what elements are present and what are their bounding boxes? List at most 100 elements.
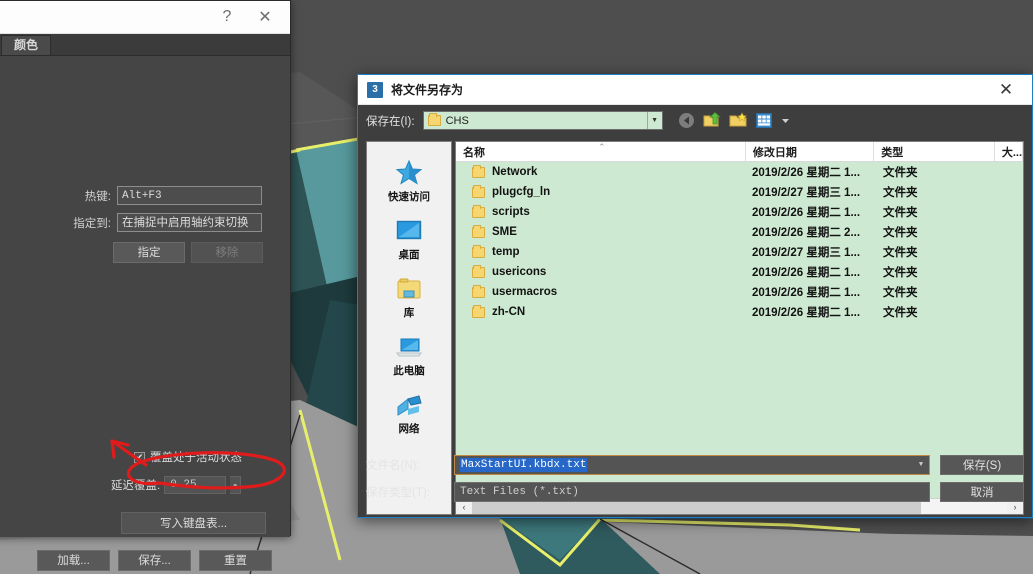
column-header-date[interactable]: 修改日期	[746, 142, 875, 161]
file-name: zh-CN	[492, 306, 526, 318]
file-type: 文件夹	[883, 167, 918, 179]
file-name-cell[interactable]: plugcfg_ln	[456, 184, 752, 198]
filetype-row: 保存类型(T): Text Files (*.txt) 取消	[366, 482, 1024, 502]
table-row[interactable]: zh-CN 2019/2/26 星期二 1... 文件夹	[456, 302, 1023, 322]
table-row[interactable]: plugcfg_ln 2019/2/27 星期三 1... 文件夹	[456, 182, 1023, 202]
load-button[interactable]: 加载...	[37, 550, 110, 571]
folder-icon	[472, 244, 485, 258]
assign-button[interactable]: 指定	[113, 242, 185, 263]
file-name: temp	[492, 246, 520, 258]
write-keyboard-table-button[interactable]: 写入键盘表...	[121, 512, 266, 534]
folder-icon	[472, 264, 485, 278]
sidebar-item-quick-access[interactable]: 快速访问	[367, 156, 451, 207]
file-name: scripts	[492, 206, 530, 218]
file-name: usermacros	[492, 286, 558, 298]
sidebar-item-network[interactable]: 网络	[367, 388, 451, 439]
navigation-toolbar	[677, 112, 791, 130]
close-icon[interactable]: ✕	[246, 2, 284, 32]
hotkey-dialog-tabstrip: 颜色	[0, 34, 290, 56]
sidebar-item-desktop[interactable]: 桌面	[367, 214, 451, 265]
chevron-down-icon[interactable]: ▼	[646, 112, 662, 129]
sidebar-item-label: 此电脑	[393, 365, 425, 377]
table-row[interactable]: SME 2019/2/26 星期二 2... 文件夹	[456, 222, 1023, 242]
look-in-row: 保存在(I): CHS ▼	[358, 105, 1032, 136]
override-active-checkbox[interactable]: ✔ 覆盖处于活动状态	[134, 449, 242, 465]
spinner-icon[interactable]: ◓	[230, 476, 242, 494]
look-in-combobox[interactable]: CHS ▼	[422, 111, 663, 130]
table-row[interactable]: usericons 2019/2/26 星期二 1... 文件夹	[456, 262, 1023, 282]
sort-ascending-icon: ⌃	[598, 142, 606, 152]
file-list-rows: Network 2019/2/26 星期二 1... 文件夹 plugcfg_l…	[456, 162, 1023, 498]
hotkey-field-row: 热键: Alt+F3	[33, 186, 262, 205]
file-type: 文件夹	[883, 187, 918, 199]
checkbox-check-icon[interactable]: ✔	[134, 451, 145, 463]
sidebar-item-label: 网络	[398, 423, 420, 435]
back-icon[interactable]	[677, 112, 696, 130]
file-type: 文件夹	[883, 227, 918, 239]
file-name-cell[interactable]: usermacros	[456, 284, 752, 298]
file-name-cell[interactable]: SME	[456, 224, 752, 238]
folder-icon	[472, 224, 485, 238]
hotkey-dialog-body: 热键: Alt+F3 指定到: 在捕捉中启用轴约束切换 指定 移除 ✔ 覆盖处于…	[0, 56, 290, 571]
save-button[interactable]: 保存(S)	[940, 455, 1024, 475]
file-name: usericons	[492, 266, 547, 278]
table-row[interactable]: Network 2019/2/26 星期二 1... 文件夹	[456, 162, 1023, 182]
folder-icon	[472, 184, 485, 198]
tab-color[interactable]: 颜色	[1, 35, 52, 55]
close-icon[interactable]: ✕	[984, 76, 1028, 104]
filename-row: 文件名(N): MaxStartUI.kbdx.txt ▼ 保存(S)	[366, 455, 1024, 475]
hotkey-dialog-footer: 加载... 保存... 重置	[37, 550, 272, 571]
sidebar-item-label: 库	[403, 307, 415, 319]
folder-icon	[472, 284, 485, 298]
up-folder-icon[interactable]	[703, 112, 722, 130]
assigned-to-input[interactable]: 在捕捉中启用轴约束切换	[117, 213, 262, 232]
file-type: 文件夹	[883, 307, 918, 319]
file-name-cell[interactable]: zh-CN	[456, 304, 752, 318]
reset-button[interactable]: 重置	[199, 550, 272, 571]
app-icon: 3	[367, 81, 383, 98]
cancel-button[interactable]: 取消	[940, 482, 1024, 502]
filename-input[interactable]: MaxStartUI.kbdx.txt ▼	[454, 455, 930, 475]
help-button[interactable]: ?	[208, 2, 246, 32]
file-date: 2019/2/26 星期二 1...	[752, 307, 861, 319]
folder-icon	[472, 204, 485, 218]
delay-override-input[interactable]: 0.25	[164, 476, 227, 494]
table-row[interactable]: temp 2019/2/27 星期三 1... 文件夹	[456, 242, 1023, 262]
remove-button[interactable]: 移除	[191, 242, 263, 263]
column-header-type[interactable]: 类型	[874, 142, 995, 161]
save-button[interactable]: 保存...	[118, 550, 191, 571]
override-active-label: 覆盖处于活动状态	[150, 452, 242, 464]
hotkey-input[interactable]: Alt+F3	[117, 186, 262, 205]
folder-icon	[472, 164, 485, 178]
filetype-select[interactable]: Text Files (*.txt)	[454, 482, 930, 502]
sidebar-item-label: 桌面	[398, 249, 420, 261]
views-dropdown-icon[interactable]	[781, 112, 791, 130]
column-header-size[interactable]: 大...	[995, 142, 1023, 161]
save-as-titlebar: 3 将文件另存为 ✕	[358, 75, 1032, 105]
filename-value: MaxStartUI.kbdx.txt	[460, 458, 588, 472]
folder-icon	[472, 304, 485, 318]
file-date: 2019/2/26 星期二 1...	[752, 207, 861, 219]
file-name-cell[interactable]: temp	[456, 244, 752, 258]
file-list-header: 名称 修改日期 类型 大... ⌃	[456, 142, 1023, 162]
sidebar-item-this-pc[interactable]: 此电脑	[367, 330, 451, 381]
file-date: 2019/2/27 星期三 1...	[752, 247, 861, 259]
file-name-cell[interactable]: scripts	[456, 204, 752, 218]
network-icon	[394, 391, 424, 419]
sidebar-item-libraries[interactable]: 库	[367, 272, 451, 323]
quick-access-icon	[394, 159, 424, 187]
file-date: 2019/2/27 星期三 1...	[752, 187, 861, 199]
chevron-down-icon[interactable]: ▼	[914, 457, 928, 473]
file-name: Network	[492, 166, 538, 178]
delay-override-row: 延迟覆盖: 0.25 ◓	[111, 476, 242, 494]
views-icon[interactable]	[755, 112, 774, 130]
file-type: 文件夹	[883, 267, 918, 279]
file-date: 2019/2/26 星期二 1...	[752, 267, 861, 279]
table-row[interactable]: scripts 2019/2/26 星期二 1... 文件夹	[456, 202, 1023, 222]
table-row[interactable]: usermacros 2019/2/26 星期二 1... 文件夹	[456, 282, 1023, 302]
file-date: 2019/2/26 星期二 1...	[752, 167, 861, 179]
new-folder-icon[interactable]	[729, 112, 748, 130]
file-name-cell[interactable]: Network	[456, 164, 752, 178]
file-name-cell[interactable]: usericons	[456, 264, 752, 278]
file-type: 文件夹	[883, 247, 918, 259]
